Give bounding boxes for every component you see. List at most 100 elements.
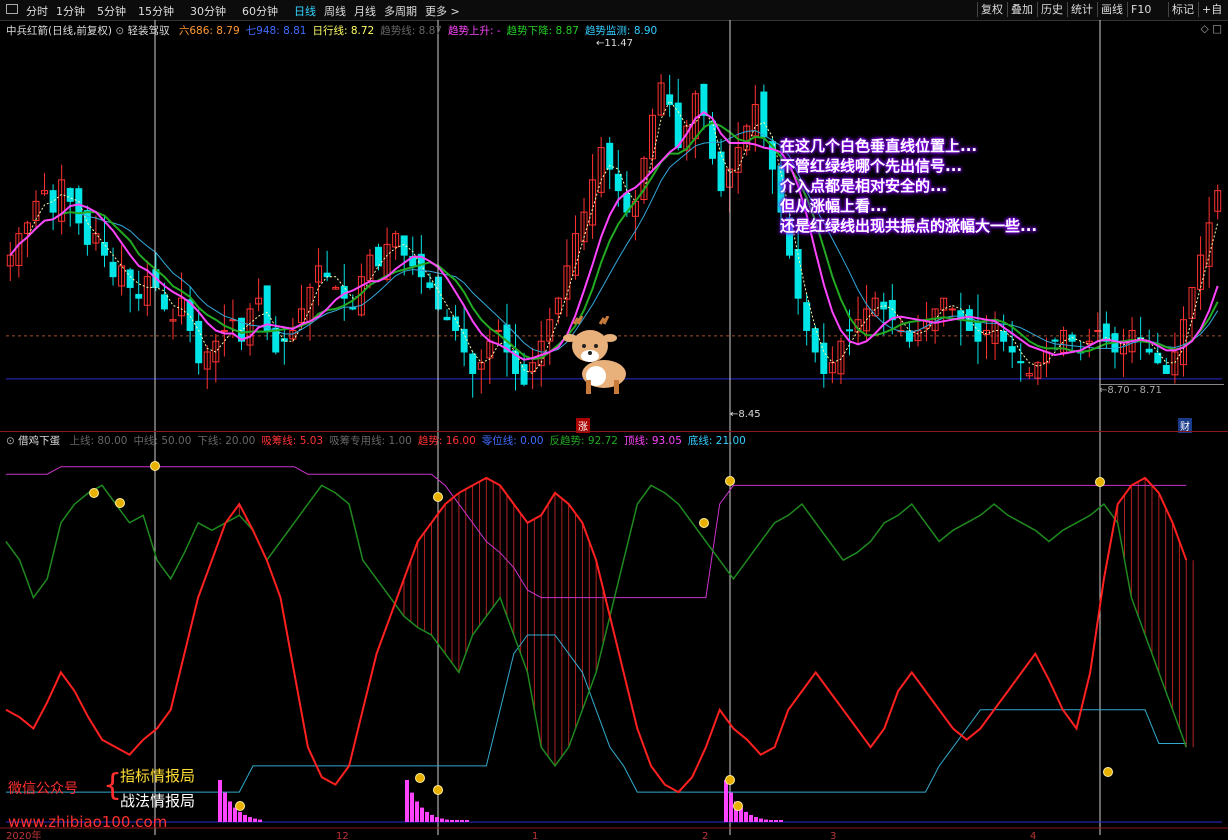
- candle-body: [1145, 348, 1153, 353]
- accumulation-bar: [238, 811, 242, 822]
- watermark-line2: 战法情报局: [120, 792, 196, 810]
- accumulation-bar: [774, 820, 778, 822]
- accumulation-bar: [759, 818, 763, 822]
- candle-body: [109, 261, 117, 278]
- signal-dot-icon: [433, 785, 443, 795]
- candle-body: [494, 329, 502, 332]
- candle-body: [845, 329, 853, 332]
- candle-body: [948, 308, 956, 311]
- main-legend: 中兵红箭(日线,前复权) ⊙ 轻装驾驭 六686: 8.79 七948: 8.81…: [6, 23, 657, 38]
- legend-item: 日行线: 8.72: [312, 25, 375, 37]
- accumulation-bar: [243, 814, 247, 822]
- accumulation-bar: [465, 820, 469, 822]
- legend-item: 上线: 80.00: [69, 435, 128, 447]
- low-price-label: ←8.45: [730, 409, 761, 420]
- legend-item: 吸筹专用线: 1.00: [329, 435, 412, 447]
- indicator-toggle-icon[interactable]: ⊙: [115, 25, 124, 37]
- signal-dot-icon: [235, 801, 245, 811]
- annotation-line: 在这几个白色垂直线位置上...: [780, 137, 978, 155]
- legend-item: 趋势监测: 8.90: [584, 25, 658, 37]
- candle-body: [708, 120, 716, 159]
- legend-item: 吸筹线: 5.03: [261, 435, 324, 447]
- candle-body: [700, 83, 708, 116]
- signal-dot-icon: [115, 498, 125, 508]
- candle-body: [426, 282, 434, 288]
- accumulation-bar: [410, 792, 414, 822]
- watermark-line1: 指标情报局: [120, 767, 196, 785]
- accumulation-bar: [218, 780, 222, 822]
- accumulation-bar: [769, 820, 773, 822]
- legend-item: 趋势: 16.00: [417, 435, 476, 447]
- signal-dot-icon: [1095, 477, 1105, 487]
- candle-body: [469, 353, 477, 374]
- accumulation-bar: [415, 801, 419, 822]
- stock-name: 中兵红箭(日线,前复权): [6, 25, 113, 37]
- legend-item: 趋势线: 8.87: [380, 25, 442, 37]
- x-axis-tick: 12: [336, 831, 349, 840]
- legend-item: 趋势上升: -: [448, 25, 501, 37]
- accumulation-bar: [450, 820, 454, 822]
- accumulation-bar: [749, 814, 753, 822]
- accumulation-bar: [445, 819, 449, 822]
- legend-item: 底线: 21.00: [687, 435, 746, 447]
- candle-body: [375, 246, 383, 267]
- maximize-icon[interactable]: □: [1212, 23, 1222, 35]
- signal-dot-icon: [725, 775, 735, 785]
- candle-body: [520, 364, 528, 385]
- candle-body: [1008, 346, 1016, 353]
- annotation-line: 不管红绿线哪个先出信号...: [780, 157, 963, 175]
- candle-body: [717, 151, 725, 192]
- panel-divider[interactable]: [0, 431, 1228, 432]
- legend-item: 六686: 8.79: [178, 25, 240, 37]
- accumulation-bar: [724, 780, 728, 822]
- accumulation-bar: [248, 817, 252, 822]
- indicator-name[interactable]: 轻装驾驭: [128, 25, 170, 37]
- candle-body: [460, 328, 468, 353]
- candle-body: [160, 294, 168, 310]
- kline-chart[interactable]: 2020年 12 1 2 3 4: [0, 0, 1228, 840]
- candle-body: [135, 293, 143, 299]
- sub-legend: ⊙ 借鸡下蛋 上线: 80.00 中线: 50.00 下线: 20.00 吸筹线: 5…: [6, 433, 746, 448]
- candle-body: [1017, 361, 1025, 364]
- accumulation-bar: [233, 807, 237, 822]
- x-axis-tick: 1: [532, 831, 538, 840]
- accumulation-bar: [435, 817, 439, 822]
- accumulation-bar: [744, 811, 748, 822]
- legend-item: 反趋势: 92.72: [549, 435, 618, 447]
- accumulation-bar: [258, 819, 262, 822]
- high-price-label: ←11.47: [596, 38, 634, 49]
- candle-body: [820, 342, 828, 374]
- accumulation-bar: [228, 801, 232, 822]
- candle-body: [1051, 339, 1059, 342]
- diamond-icon[interactable]: ◇: [1201, 23, 1209, 35]
- wechat-label: 微信公众号: [8, 781, 78, 797]
- accumulation-bar: [405, 780, 409, 822]
- candle-body: [974, 320, 982, 342]
- x-axis-tick: 4: [1030, 831, 1036, 840]
- sub-toggle-icon[interactable]: ⊙: [6, 435, 15, 447]
- accumulation-bar: [440, 818, 444, 822]
- candle-body: [49, 190, 57, 213]
- candle-body: [66, 188, 74, 202]
- accumulation-bar: [430, 814, 434, 822]
- annotation-line: 介入点都是相对安全的...: [780, 177, 948, 195]
- accumulation-bar: [754, 817, 758, 822]
- candle-body: [614, 173, 622, 192]
- accumulation-bar: [425, 811, 429, 822]
- candle-body: [323, 272, 331, 278]
- accumulation-bar: [779, 820, 783, 822]
- signal-dot-icon: [1103, 767, 1113, 777]
- deer-mascot-icon: [563, 316, 626, 394]
- candle-body: [880, 301, 888, 310]
- sub-indicator-name[interactable]: 借鸡下蛋: [18, 435, 60, 447]
- signal-dot-icon: [150, 461, 160, 471]
- accumulation-bar: [764, 819, 768, 822]
- legend-item: 七948: 8.81: [245, 25, 307, 37]
- accumulation-bar: [729, 792, 733, 822]
- candle-body: [126, 269, 134, 288]
- range-label: ←8.70 - 8.71: [1099, 384, 1224, 396]
- legend-item: 下线: 20.00: [197, 435, 256, 447]
- candle-body: [349, 307, 357, 310]
- signal-dot-icon: [733, 801, 743, 811]
- x-axis-tick: 2: [702, 831, 708, 840]
